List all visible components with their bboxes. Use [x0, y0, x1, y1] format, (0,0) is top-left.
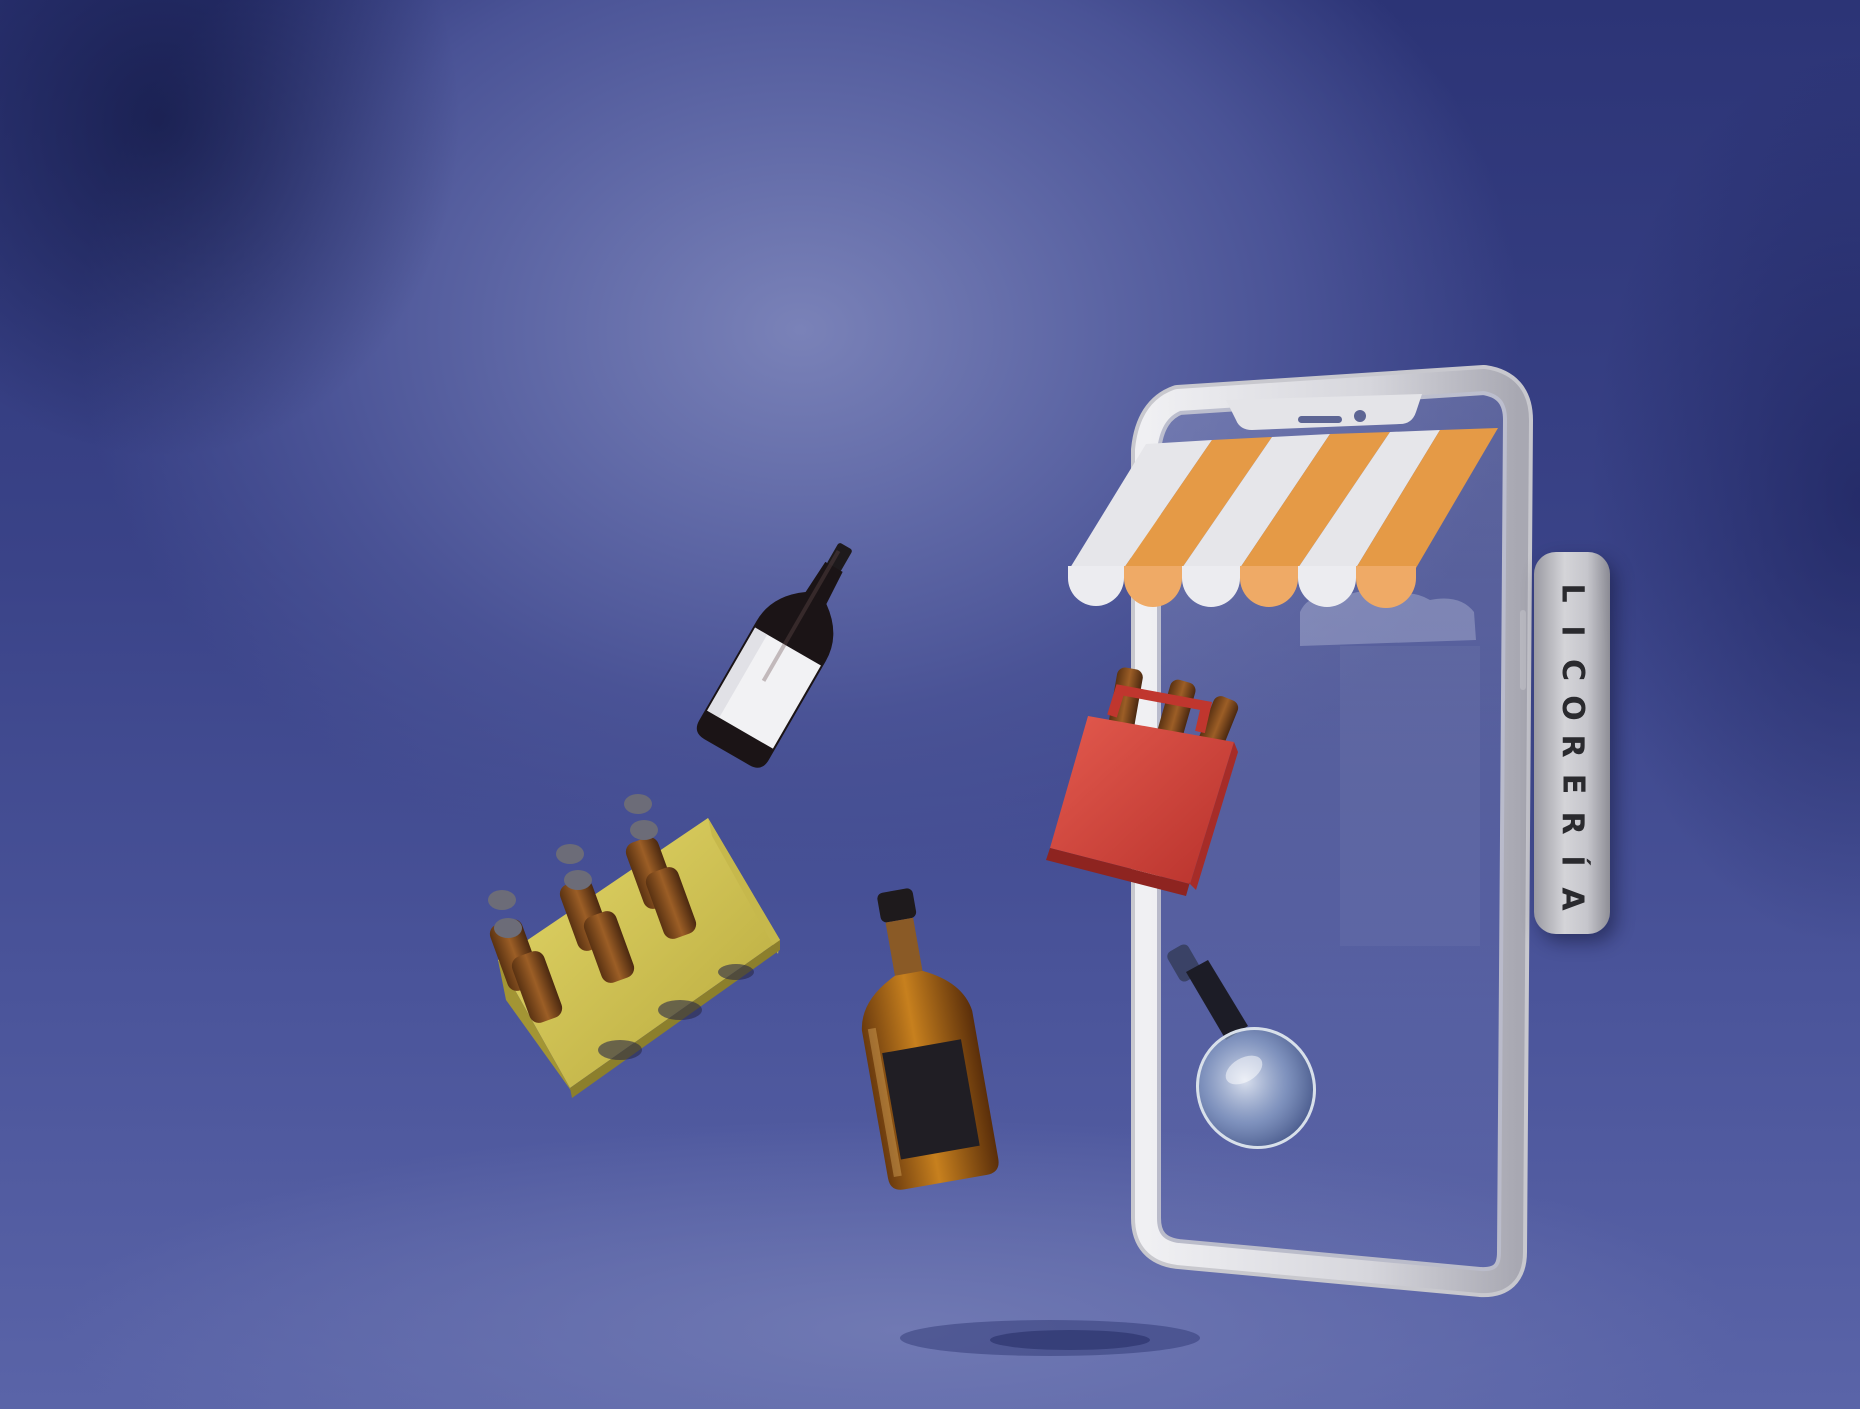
scene-illustration: [488, 365, 1533, 1356]
sign-letter: Í: [1554, 855, 1590, 867]
sign-letter: C: [1555, 658, 1590, 681]
sign-letter: R: [1554, 734, 1590, 758]
sign-letter: O: [1554, 694, 1590, 721]
store-sign-text: LICORERÍA: [1534, 552, 1535, 553]
sign-letter: L: [1555, 583, 1590, 603]
sign-letter: I: [1554, 625, 1590, 637]
store-sign: LICORERÍA L I C O R E R Í A: [1534, 552, 1610, 934]
sign-letter: R: [1554, 810, 1590, 835]
whisky-bottle: [861, 888, 999, 1190]
liquor-store-scene: LICORERÍA L I C O R E R Í A: [0, 0, 1860, 1409]
wine-bottle: [696, 543, 852, 768]
speaker-icon: [1298, 416, 1342, 423]
yellow-six-pack: [488, 794, 780, 1098]
sign-letter: E: [1555, 774, 1590, 795]
sign-letter: A: [1555, 887, 1590, 911]
store-sign-letters: L I C O R E R Í A: [1534, 576, 1610, 916]
camera-icon: [1354, 410, 1366, 422]
